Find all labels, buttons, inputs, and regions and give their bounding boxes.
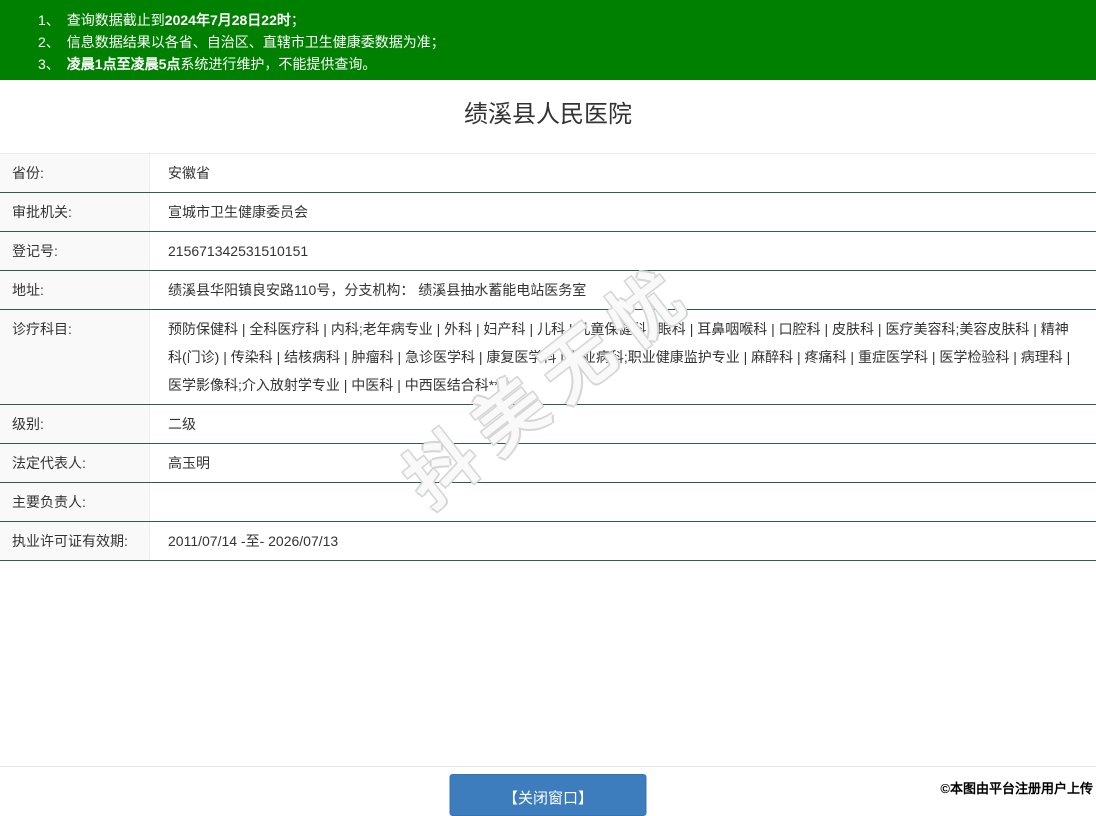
departments-value: 预防保健科 | 全科医疗科 | 内科;老年病专业 | 外科 | 妇产科 | 儿科… bbox=[150, 310, 1096, 404]
license-validity-value: 2011/07/14 -至- 2026/07/13 bbox=[150, 522, 1096, 560]
row-approval-authority: 审批机关: 宣城市卫生健康委员会 bbox=[0, 193, 1096, 232]
row-departments: 诊疗科目: 预防保健科 | 全科医疗科 | 内科;老年病专业 | 外科 | 妇产… bbox=[0, 310, 1096, 405]
departments-label: 诊疗科目: bbox=[0, 310, 150, 404]
address-label: 地址: bbox=[0, 271, 150, 309]
row-province: 省份: 安徽省 bbox=[0, 154, 1096, 193]
registration-number-value: 215671342531510151 bbox=[150, 232, 1096, 270]
row-level: 级别: 二级 bbox=[0, 405, 1096, 444]
notice-line-1-post: ； bbox=[291, 12, 305, 28]
approval-authority-label: 审批机关: bbox=[0, 193, 150, 231]
registration-number-label: 登记号: bbox=[0, 232, 150, 270]
province-value: 安徽省 bbox=[150, 154, 1096, 192]
level-value: 二级 bbox=[150, 405, 1096, 443]
notice-banner: 1、查询数据截止到2024年7月28日22时； 2、信息数据结果以各省、自治区、… bbox=[0, 0, 1096, 80]
notice-line-2-number: 2、 bbox=[38, 34, 60, 50]
notice-line-3-post: 系统进行维护，不能提供查询。 bbox=[180, 56, 376, 72]
license-validity-label: 执业许可证有效期: bbox=[0, 522, 150, 560]
hospital-info-table: 省份: 安徽省 审批机关: 宣城市卫生健康委员会 登记号: 2156713425… bbox=[0, 153, 1096, 561]
row-legal-representative: 法定代表人: 高玉明 bbox=[0, 444, 1096, 483]
notice-line-1-text: 查询数据截止到 bbox=[67, 12, 165, 28]
row-address: 地址: 绩溪县华阳镇良安路110号，分支机构： 绩溪县抽水蓄能电站医务室 bbox=[0, 271, 1096, 310]
footer-divider bbox=[0, 766, 1096, 767]
row-registration-number: 登记号: 215671342531510151 bbox=[0, 232, 1096, 271]
legal-representative-label: 法定代表人: bbox=[0, 444, 150, 482]
legal-representative-value: 高玉明 bbox=[150, 444, 1096, 482]
row-license-validity: 执业许可证有效期: 2011/07/14 -至- 2026/07/13 bbox=[0, 522, 1096, 561]
row-principal: 主要负责人: bbox=[0, 483, 1096, 522]
copyright-text: ©本图由平台注册用户上传 bbox=[940, 778, 1093, 797]
level-label: 级别: bbox=[0, 405, 150, 443]
notice-line-3-number: 3、 bbox=[38, 56, 60, 72]
notice-line-2: 2、信息数据结果以各省、自治区、直辖市卫生健康委数据为准； bbox=[38, 31, 1096, 53]
notice-line-1-number: 1、 bbox=[38, 12, 60, 28]
address-value: 绩溪县华阳镇良安路110号，分支机构： 绩溪县抽水蓄能电站医务室 bbox=[150, 271, 1096, 309]
close-window-button[interactable]: 【关闭窗口】 bbox=[450, 774, 647, 816]
page-title: 绩溪县人民医院 bbox=[0, 99, 1096, 131]
notice-line-2-text: 信息数据结果以各省、自治区、直辖市卫生健康委数据为准； bbox=[67, 34, 445, 50]
notice-line-3-bold: 凌晨1点至凌晨5点 bbox=[67, 56, 181, 72]
approval-authority-value: 宣城市卫生健康委员会 bbox=[150, 193, 1096, 231]
notice-line-1-bold: 2024年7月28日22时 bbox=[165, 12, 291, 28]
principal-value bbox=[150, 483, 1096, 521]
province-label: 省份: bbox=[0, 154, 150, 192]
notice-line-3: 3、凌晨1点至凌晨5点系统进行维护，不能提供查询。 bbox=[38, 53, 1096, 75]
principal-label: 主要负责人: bbox=[0, 483, 150, 521]
notice-line-1: 1、查询数据截止到2024年7月28日22时； bbox=[38, 9, 1096, 31]
